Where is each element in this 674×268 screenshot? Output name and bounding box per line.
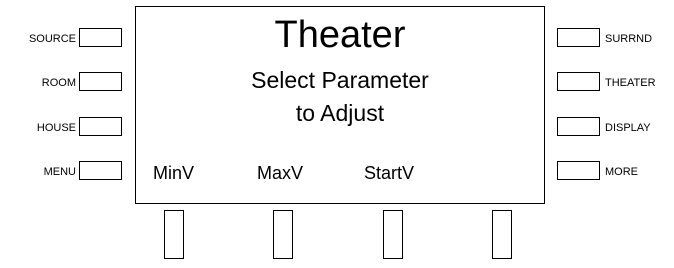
lcd-screen: Theater Select Parameter to Adjust MinV … xyxy=(135,6,545,204)
source-button[interactable] xyxy=(79,28,122,47)
softkey-label-2: MaxV xyxy=(257,163,304,183)
more-button[interactable] xyxy=(557,161,600,180)
menu-button[interactable] xyxy=(79,161,122,180)
softkey-label-3: StartV xyxy=(364,163,415,183)
screen-line-2: to Adjust xyxy=(295,100,385,126)
source-label: SOURCE xyxy=(28,33,76,45)
house-button[interactable] xyxy=(79,117,122,136)
softkey-button-3[interactable] xyxy=(383,210,403,259)
screen-line-1: Select Parameter xyxy=(251,67,429,93)
more-label: MORE xyxy=(605,166,638,178)
room-label: ROOM xyxy=(41,77,76,89)
screen-title: Theater xyxy=(274,14,406,56)
softkey-button-2[interactable] xyxy=(273,210,293,259)
display-label: DISPLAY xyxy=(605,122,651,134)
theater-button[interactable] xyxy=(557,72,600,91)
menu-label: MENU xyxy=(43,166,76,178)
display-button[interactable] xyxy=(557,117,600,136)
surrnd-button[interactable] xyxy=(557,28,600,47)
house-label: HOUSE xyxy=(36,122,76,134)
softkey-label-1: MinV xyxy=(153,163,195,183)
softkey-button-4[interactable] xyxy=(492,210,512,259)
softkey-button-1[interactable] xyxy=(164,210,184,259)
surrnd-label: SURRND xyxy=(605,33,653,45)
theater-label: THEATER xyxy=(605,77,656,89)
room-button[interactable] xyxy=(79,72,122,91)
